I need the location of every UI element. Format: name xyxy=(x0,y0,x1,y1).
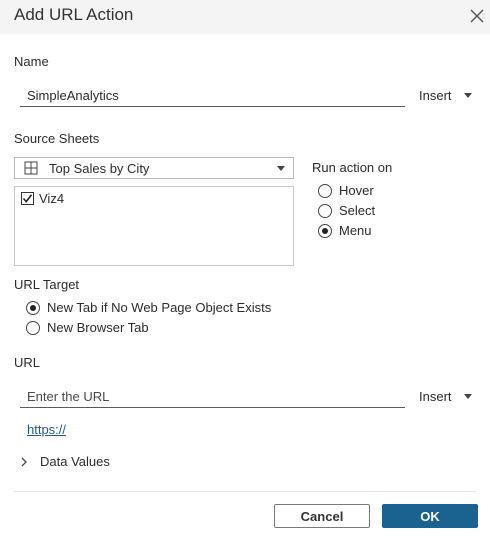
name-label: Name xyxy=(14,54,49,69)
sheets-list: Viz4 xyxy=(14,186,294,266)
data-values-expander[interactable]: Data Values xyxy=(20,454,110,469)
radio-button[interactable] xyxy=(26,320,40,335)
chevron-right-icon xyxy=(21,457,27,466)
source-sheet-select[interactable]: Top Sales by City xyxy=(14,157,294,179)
checkmark-icon xyxy=(22,194,33,203)
cancel-button[interactable]: Cancel xyxy=(274,504,370,528)
run-action-on-label: Run action on xyxy=(312,160,393,175)
radio-button[interactable] xyxy=(318,203,332,218)
source-sheets-label: Source Sheets xyxy=(14,131,100,146)
radio-select[interactable]: Select xyxy=(318,203,375,218)
radio-button-selected[interactable] xyxy=(318,223,332,238)
url-insert-dropdown[interactable]: Insert xyxy=(419,389,472,404)
radio-new-tab-label: New Tab if No Web Page Object Exists xyxy=(47,300,272,315)
radio-hover[interactable]: Hover xyxy=(318,183,374,198)
name-input[interactable] xyxy=(20,85,405,105)
radio-select-label: Select xyxy=(339,203,376,218)
close-icon[interactable] xyxy=(467,6,487,26)
ok-button[interactable]: OK xyxy=(382,504,478,528)
chevron-down-icon xyxy=(463,394,472,399)
radio-new-browser-tab[interactable]: New Browser Tab xyxy=(26,320,149,335)
chevron-down-icon xyxy=(463,93,472,98)
sheet-checkbox[interactable] xyxy=(21,192,34,205)
name-field-container xyxy=(20,85,405,107)
datasource-grid-icon xyxy=(24,161,38,175)
radio-button[interactable] xyxy=(318,183,332,198)
dialog-title: Add URL Action xyxy=(14,5,134,24)
chevron-down-icon xyxy=(277,166,285,171)
radio-new-tab-if-no-web-page-object[interactable]: New Tab if No Web Page Object Exists xyxy=(26,300,271,315)
radio-menu-label: Menu xyxy=(339,223,372,238)
footer-divider xyxy=(14,491,476,492)
url-target-label: URL Target xyxy=(14,277,80,292)
dialog-titlebar: Add URL Action xyxy=(0,0,490,34)
radio-button-selected[interactable] xyxy=(26,300,40,315)
url-field-container xyxy=(20,386,405,408)
data-values-label: Data Values xyxy=(40,454,110,469)
name-insert-dropdown[interactable]: Insert xyxy=(419,88,472,103)
name-insert-label: Insert xyxy=(419,88,452,103)
source-sheet-selected: Top Sales by City xyxy=(49,160,150,176)
url-label: URL xyxy=(14,355,41,370)
sheet-item-label: Viz4 xyxy=(39,191,65,206)
radio-new-browser-tab-label: New Browser Tab xyxy=(47,320,149,335)
radio-menu[interactable]: Menu xyxy=(318,223,372,238)
url-preview-link[interactable]: https:// xyxy=(27,422,66,437)
url-input[interactable] xyxy=(20,386,405,406)
sheet-item-viz4[interactable]: Viz4 xyxy=(21,191,64,206)
radio-hover-label: Hover xyxy=(339,183,374,198)
url-insert-label: Insert xyxy=(419,389,452,404)
